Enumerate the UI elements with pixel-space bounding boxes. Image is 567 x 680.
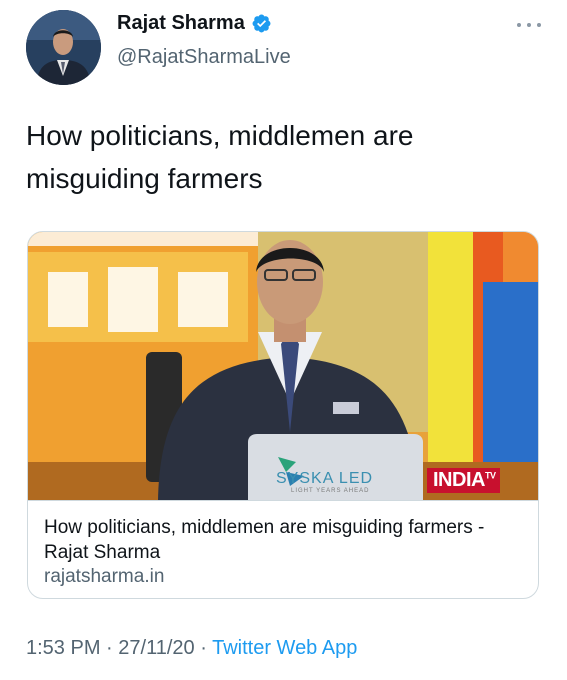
meta-separator: · [200, 637, 207, 659]
tweet-time[interactable]: 1:53 PM [26, 637, 100, 659]
channel-logo: INDIATV [427, 468, 501, 493]
card-image[interactable] [28, 232, 538, 500]
tweet-source-app[interactable]: Twitter Web App [212, 637, 357, 659]
card-domain[interactable]: rajatsharma.in [44, 566, 164, 588]
link-card[interactable]: SYSKA LED LIGHT YEARS AHEAD INDIATV How … [27, 231, 539, 599]
author-avatar[interactable] [26, 10, 101, 85]
tweet-text: How politicians, middlemen are misguidin… [26, 120, 414, 194]
card-body[interactable]: How politicians, middlemen are misguidin… [28, 500, 538, 587]
laptop-brand-text: SYSKA LED [276, 470, 374, 487]
author-handle[interactable]: @RajatSharmaLive [117, 46, 291, 69]
laptop-tagline-text: LIGHT YEARS AHEAD [291, 488, 370, 494]
author-name[interactable]: Rajat Sharma [117, 12, 245, 35]
more-horizontal-icon[interactable] [517, 20, 543, 30]
tweet-date[interactable]: 27/11/20 [118, 637, 194, 659]
meta-separator: · [106, 637, 113, 659]
tweet-meta: 1:53 PM · 27/11/20 · Twitter Web App [26, 637, 357, 660]
card-title[interactable]: How politicians, middlemen are misguidin… [44, 515, 524, 565]
verified-badge-icon [252, 14, 271, 33]
